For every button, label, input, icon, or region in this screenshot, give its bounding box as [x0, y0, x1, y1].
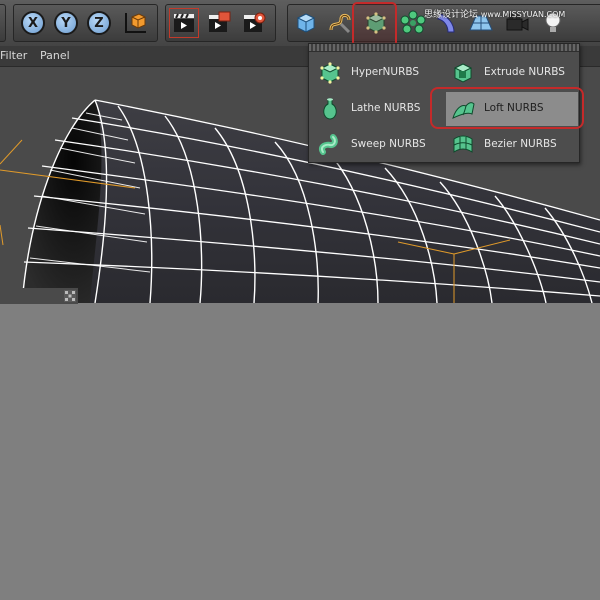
- toolbar-group-edge: [0, 4, 6, 42]
- render-settings-button[interactable]: [239, 8, 269, 38]
- menu-item-label: Sweep NURBS: [351, 138, 426, 150]
- render-picture-icon: [209, 11, 231, 32]
- hypernurbs-icon: [320, 62, 340, 84]
- menu-item-lathe-nurbs[interactable]: Lathe NURBS: [313, 92, 445, 126]
- bezier-nurbs-icon: [453, 135, 473, 153]
- render-group: [165, 4, 276, 42]
- y-axis-lock-button[interactable]: Y: [51, 8, 81, 38]
- menu-item-bezier-nurbs[interactable]: Bezier NURBS: [446, 128, 578, 162]
- render-picture-viewer-button[interactable]: [204, 8, 234, 38]
- watermark-url: www.MISSYUAN.COM: [480, 10, 566, 19]
- app-window: X Y Z 思缘设计论坛 www.MISSYUAN.COM Filter Pan…: [0, 0, 600, 600]
- clapperboard-icon: [174, 13, 194, 32]
- spline-pen-icon: [329, 13, 351, 34]
- y-axis-label: Y: [54, 11, 78, 35]
- dropdown-tearoff-grip[interactable]: [309, 44, 579, 52]
- lathe-nurbs-icon: [323, 98, 337, 120]
- nurbs-button-highlight: [352, 2, 397, 48]
- watermark: 思缘设计论坛 www.MISSYUAN.COM: [424, 7, 565, 20]
- sweep-nurbs-icon: [318, 134, 338, 155]
- menu-item-sweep-nurbs[interactable]: Sweep NURBS: [313, 128, 445, 162]
- main-toolbar: X Y Z 思缘设计论坛 www.MISSYUAN.COM: [0, 0, 600, 48]
- x-axis-lock-button[interactable]: X: [18, 8, 48, 38]
- render-settings-icon: [244, 12, 266, 32]
- menu-item-label: Lathe NURBS: [351, 102, 421, 114]
- menu-item-label: HyperNURBS: [351, 66, 420, 78]
- x-axis-label: X: [21, 11, 45, 35]
- menu-item-label: Extrude NURBS: [484, 66, 565, 78]
- menu-item-hypernurbs[interactable]: HyperNURBS: [313, 56, 445, 90]
- spline-pen-button[interactable]: [325, 8, 355, 38]
- array-icon: [400, 10, 426, 34]
- axis-lock-group: X Y Z: [13, 4, 158, 42]
- menu-filter[interactable]: Filter: [0, 49, 27, 62]
- menu-panel[interactable]: Panel: [40, 49, 70, 62]
- z-axis-label: Z: [87, 11, 111, 35]
- menu-item-label: Bezier NURBS: [484, 138, 557, 150]
- menu-item-extrude-nurbs[interactable]: Extrude NURBS: [446, 56, 578, 90]
- viewport-resize-handle[interactable]: [62, 288, 78, 304]
- extrude-nurbs-icon: [453, 63, 473, 83]
- render-view-button[interactable]: [169, 8, 199, 38]
- z-axis-lock-button[interactable]: Z: [84, 8, 114, 38]
- cube-object-button[interactable]: [291, 8, 321, 38]
- coordinate-system-button[interactable]: [120, 8, 150, 38]
- cube-icon: [296, 13, 316, 33]
- watermark-site-name: 思缘设计论坛: [424, 10, 479, 20]
- coordinate-system-icon: [125, 13, 146, 33]
- grip-icon: [64, 290, 76, 302]
- loft-nurbs-highlight: [430, 87, 584, 129]
